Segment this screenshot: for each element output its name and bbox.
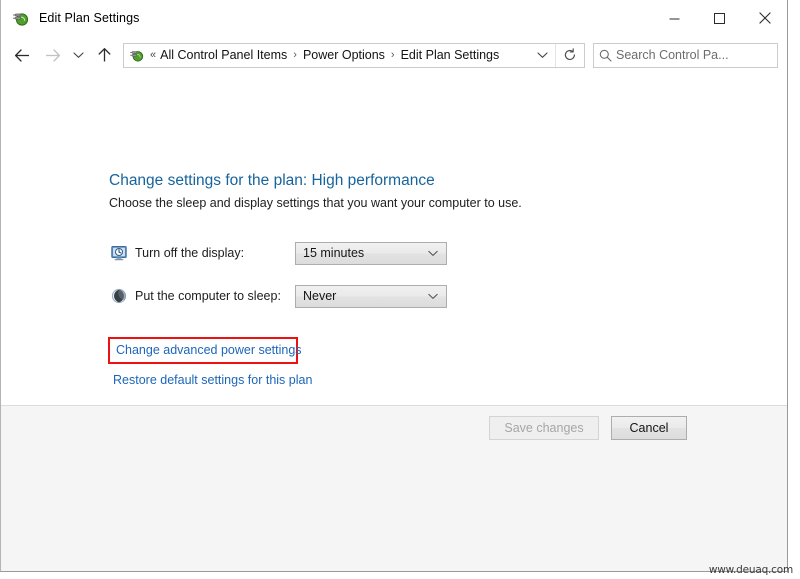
page-subtitle: Choose the sleep and display settings th…	[109, 196, 522, 210]
setting-label-turn-off-display: Turn off the display:	[135, 246, 295, 260]
chevron-down-icon[interactable]	[529, 44, 555, 67]
refresh-icon[interactable]	[556, 44, 584, 67]
chevron-down-icon	[428, 250, 438, 257]
edit-plan-settings-window: Edit Plan Settings	[0, 0, 788, 572]
page-margin-right	[788, 0, 800, 579]
setting-row-put-computer-to-sleep: Put the computer to sleep: Never	[111, 284, 447, 308]
search-control-panel-box[interactable]: Search Control Pa...	[593, 43, 778, 68]
breadcrumb-separator[interactable]: ›	[391, 50, 395, 61]
change-advanced-power-settings-highlight: Change advanced power settings	[108, 337, 298, 364]
window-title: Edit Plan Settings	[39, 11, 139, 25]
display-clock-icon	[111, 245, 127, 261]
up-button[interactable]	[89, 41, 119, 69]
footer-button-group: Save changes Cancel	[489, 416, 687, 440]
cancel-button[interactable]: Cancel	[611, 416, 687, 440]
forward-button[interactable]	[37, 41, 67, 69]
content-area: Change settings for the plan: High perfo…	[1, 73, 787, 571]
breadcrumb-item-edit-plan-settings[interactable]: Edit Plan Settings	[400, 48, 501, 62]
breadcrumb-separator[interactable]: ›	[293, 50, 297, 61]
back-button[interactable]	[7, 41, 37, 69]
put-computer-to-sleep-value: Never	[303, 289, 336, 303]
page-title: Change settings for the plan: High perfo…	[109, 172, 435, 190]
recent-locations-button[interactable]	[67, 41, 89, 69]
turn-off-display-select[interactable]: 15 minutes	[295, 242, 447, 265]
address-breadcrumb-bar[interactable]: « All Control Panel Items › Power Option…	[123, 43, 585, 68]
breadcrumb-overflow[interactable]: «	[150, 49, 156, 61]
page-margin-bottom	[0, 572, 800, 579]
address-toolbar: « All Control Panel Items › Power Option…	[1, 37, 787, 73]
save-changes-button[interactable]: Save changes	[489, 416, 599, 440]
title-bar: Edit Plan Settings	[1, 0, 787, 37]
setting-label-put-computer-to-sleep: Put the computer to sleep:	[135, 289, 295, 303]
search-input[interactable]: Search Control Pa...	[616, 48, 729, 62]
change-advanced-power-settings-link[interactable]: Change advanced power settings	[116, 343, 302, 357]
power-plug-icon	[12, 9, 30, 27]
minimize-button[interactable]	[652, 0, 697, 36]
footer-bar: Save changes Cancel	[1, 405, 787, 571]
power-plug-icon	[129, 47, 145, 63]
put-computer-to-sleep-select[interactable]: Never	[295, 285, 447, 308]
turn-off-display-value: 15 minutes	[303, 246, 364, 260]
search-icon	[594, 49, 616, 62]
restore-default-settings-link[interactable]: Restore default settings for this plan	[113, 373, 312, 387]
maximize-button[interactable]	[697, 0, 742, 36]
close-button[interactable]	[742, 0, 787, 36]
chevron-down-icon	[428, 293, 438, 300]
breadcrumb-item-power-options[interactable]: Power Options	[302, 48, 386, 62]
setting-row-turn-off-display: Turn off the display: 15 minutes	[111, 241, 447, 265]
breadcrumb-item-all-control-panel-items[interactable]: All Control Panel Items	[159, 48, 288, 62]
caption-buttons	[652, 0, 787, 36]
sleep-moon-icon	[111, 288, 127, 304]
watermark: www.deuaq.com	[709, 564, 793, 576]
